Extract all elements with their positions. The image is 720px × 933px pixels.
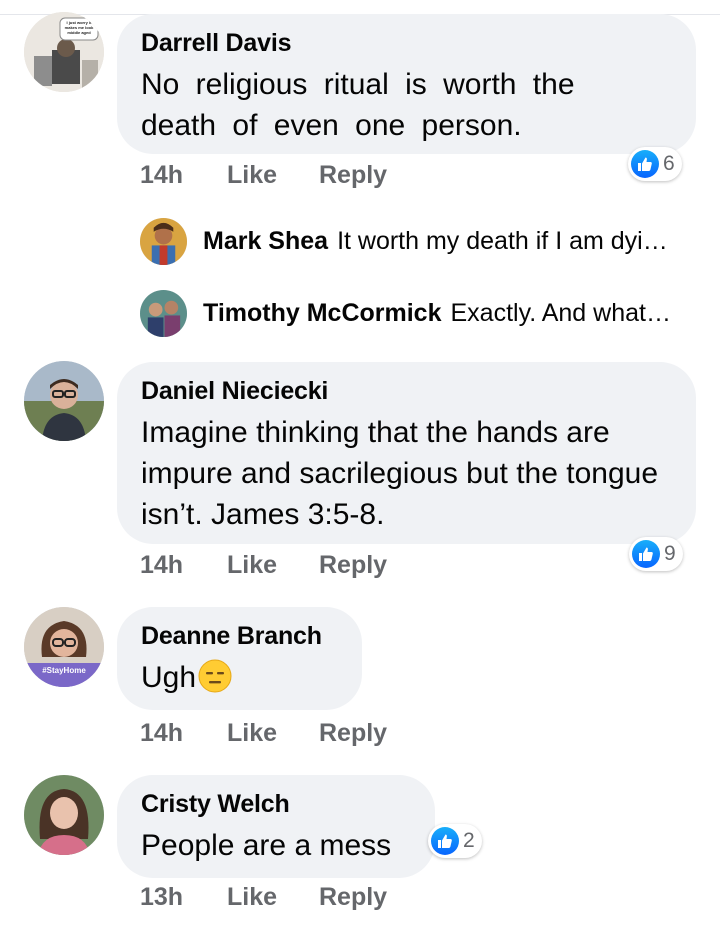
avatar-caption: I just worry it makes me look middle age… — [64, 20, 94, 35]
expressionless-face-icon — [198, 659, 232, 693]
comment-bubble[interactable]: Deanne Branch Ugh — [117, 607, 362, 710]
comment-time[interactable]: 14h — [140, 718, 183, 748]
reaction-count[interactable]: 2 — [428, 824, 482, 858]
reply-item[interactable]: Timothy McCormick Exactly. And what… — [140, 286, 671, 340]
comment-text: People are a mess — [141, 829, 392, 862]
avatar[interactable]: #StayHome — [24, 607, 104, 687]
like-button[interactable]: Like — [227, 160, 277, 190]
reply-text-preview: Exactly. And what… — [450, 298, 671, 327]
avatar-photo — [140, 289, 187, 337]
comment-text: Imagine thinking that the hands are impu… — [141, 416, 659, 531]
reply-author[interactable]: Mark Shea — [203, 227, 328, 256]
comment-actions: 14h Like Reply — [140, 160, 440, 190]
comment-text: Ugh — [141, 661, 197, 694]
comment-author[interactable]: Deanne Branch — [141, 621, 338, 651]
like-button[interactable]: Like — [227, 718, 277, 748]
comment-bubble[interactable]: Cristy Welch People are a mess — [117, 775, 435, 878]
reply-text-preview: It worth my death if I am dyi… — [337, 226, 668, 255]
reply-button[interactable]: Reply — [319, 550, 387, 580]
stayhome-badge: #StayHome — [24, 663, 104, 687]
avatar[interactable] — [24, 775, 104, 855]
comment-time[interactable]: 13h — [140, 882, 183, 912]
reply-author[interactable]: Timothy McCormick — [203, 299, 441, 328]
like-button[interactable]: Like — [227, 882, 277, 912]
avatar-photo — [140, 217, 187, 265]
comment-actions: 13h Like Reply — [140, 882, 440, 912]
reaction-count-value: 6 — [663, 152, 675, 175]
comment-time[interactable]: 14h — [140, 160, 183, 190]
like-reaction-icon — [632, 540, 660, 568]
comment-actions: 14h Like Reply — [140, 718, 440, 748]
comment-time[interactable]: 14h — [140, 550, 183, 580]
like-reaction-icon — [431, 827, 459, 855]
reaction-count[interactable]: 9 — [629, 537, 683, 571]
avatar[interactable] — [24, 361, 104, 441]
reaction-count-value: 2 — [463, 829, 475, 852]
avatar[interactable] — [140, 289, 187, 337]
avatar-photo — [24, 361, 104, 441]
comment-author[interactable]: Daniel Nieciecki — [141, 376, 672, 406]
comment-author[interactable]: Darrell Davis — [141, 28, 672, 58]
reply-button[interactable]: Reply — [319, 160, 387, 190]
reaction-count-value: 9 — [664, 542, 676, 565]
reply-button[interactable]: Reply — [319, 718, 387, 748]
reply-button[interactable]: Reply — [319, 882, 387, 912]
avatar[interactable]: I just worry it makes me look middle age… — [24, 12, 104, 92]
avatar-photo — [24, 775, 104, 855]
like-reaction-icon — [631, 150, 659, 178]
avatar[interactable] — [140, 217, 187, 265]
like-button[interactable]: Like — [227, 550, 277, 580]
comment-bubble[interactable]: Daniel Nieciecki Imagine thinking that t… — [117, 362, 696, 544]
comment-bubble[interactable]: Darrell Davis No religious ritual is wor… — [117, 14, 696, 154]
comment-actions: 14h Like Reply — [140, 550, 440, 580]
reply-item[interactable]: Mark Shea It worth my death if I am dyi… — [140, 214, 668, 268]
comment-author[interactable]: Cristy Welch — [141, 789, 411, 819]
comment-text: No religious ritual is worth the death o… — [141, 68, 575, 142]
reaction-count[interactable]: 6 — [628, 147, 682, 181]
